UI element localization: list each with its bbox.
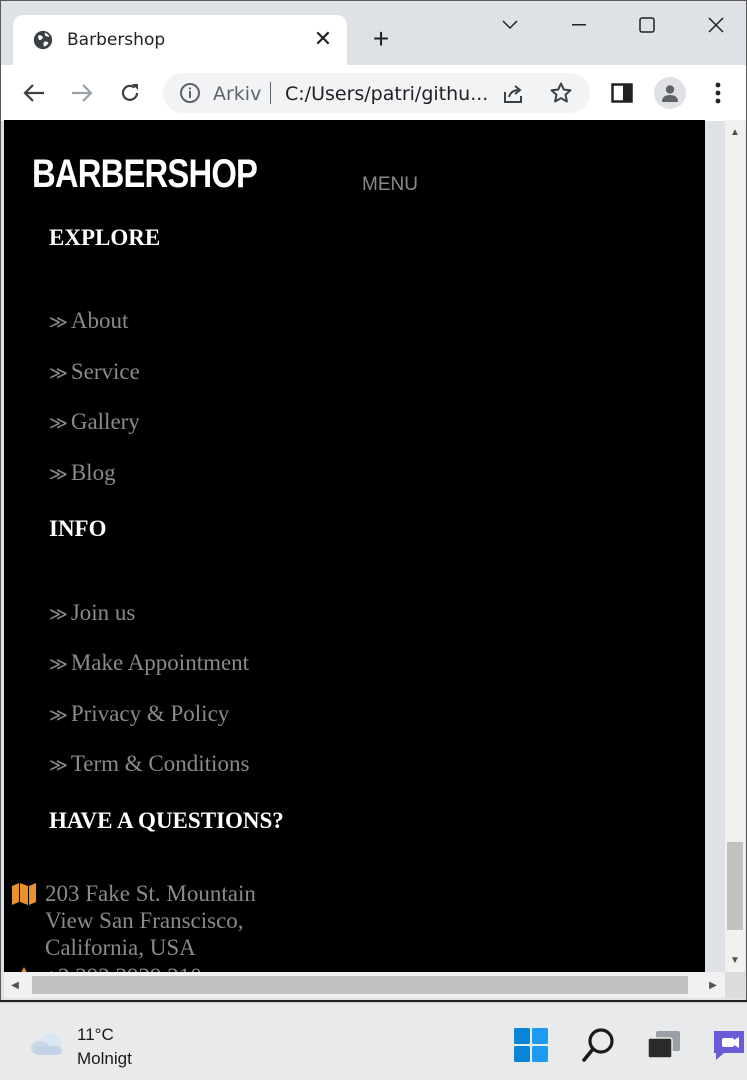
contact-address: 203 Fake St. Mountain View San Franscisc…: [45, 881, 256, 960]
double-chevron-icon: ≫: [49, 312, 68, 333]
windows-start-icon[interactable]: [511, 1025, 551, 1065]
footer-link-service[interactable]: ≫ Service: [49, 359, 140, 385]
info-heading: INFO: [49, 516, 107, 541]
chat-icon[interactable]: [709, 1025, 747, 1065]
cloud-icon[interactable]: [28, 1029, 68, 1059]
globe-icon: [33, 30, 53, 50]
double-chevron-icon: ≫: [49, 464, 68, 485]
scroll-corner: [725, 972, 745, 998]
explore-heading: EXPLORE: [49, 225, 161, 250]
map-icon: [12, 883, 36, 905]
vertical-scrollbar[interactable]: ▲ ▼: [725, 120, 745, 972]
footer-link-gallery[interactable]: ≫ Gallery: [49, 409, 140, 435]
vertical-scroll-thumb[interactable]: [727, 842, 743, 930]
contact-phone[interactable]: +2 392 3929 210: [45, 964, 202, 972]
search-icon[interactable]: [578, 1025, 618, 1065]
more-icon[interactable]: [704, 79, 732, 107]
page-viewport: BARBERSHOP MENU EXPLORE ≫ About ≫ Service …: [4, 120, 705, 972]
footer-link-join-us[interactable]: ≫ Join us: [49, 600, 135, 626]
tab-strip: Barbershop ✕ +: [1, 1, 746, 65]
footer-link-terms-conditions[interactable]: ≫ Term & Conditions: [49, 751, 249, 777]
menu-toggle[interactable]: MENU: [362, 174, 418, 196]
plus-icon[interactable]: +: [367, 25, 395, 53]
double-chevron-icon: ≫: [49, 654, 68, 675]
chevron-down-icon[interactable]: [490, 11, 530, 39]
windows-taskbar: 11°C Molnigt: [0, 1002, 747, 1080]
double-chevron-icon: ≫: [49, 363, 68, 384]
browser-toolbar: Arkiv C:/Users/patri/githu...: [1, 65, 746, 121]
close-window-icon[interactable]: [696, 11, 736, 39]
side-panel-icon[interactable]: [608, 79, 636, 107]
questions-heading: HAVE A QUESTIONS?: [49, 808, 284, 833]
weather-condition[interactable]: Molnigt: [77, 1049, 132, 1069]
star-icon[interactable]: [549, 81, 573, 105]
brand-logo[interactable]: BARBERSHOP: [32, 152, 258, 197]
file-chip: Arkiv: [213, 83, 262, 105]
forward-icon[interactable]: [67, 78, 97, 108]
minimize-icon[interactable]: [559, 11, 599, 39]
back-icon[interactable]: [19, 78, 49, 108]
close-icon[interactable]: ✕: [311, 27, 335, 51]
footer-link-make-appointment[interactable]: ≫ Make Appointment: [49, 650, 249, 676]
double-chevron-icon: ≫: [49, 755, 68, 776]
omnibox-divider: [270, 82, 271, 104]
footer-link-blog[interactable]: ≫ Blog: [49, 460, 116, 486]
scroll-left-icon[interactable]: ◀: [4, 972, 26, 998]
url-text[interactable]: C:/Users/patri/githu...: [285, 83, 488, 105]
address-bar[interactable]: Arkiv C:/Users/patri/githu...: [163, 73, 590, 113]
scroll-up-icon[interactable]: ▲: [725, 122, 745, 142]
maximize-icon[interactable]: [627, 11, 667, 39]
double-chevron-icon: ≫: [49, 705, 68, 726]
footer-link-privacy-policy[interactable]: ≫ Privacy & Policy: [49, 701, 229, 727]
task-view-icon[interactable]: [644, 1025, 684, 1065]
horizontal-scrollbar[interactable]: ◀ ▶: [4, 972, 725, 998]
tab-title: Barbershop: [67, 30, 166, 50]
double-chevron-icon: ≫: [49, 604, 68, 625]
scroll-down-icon[interactable]: ▼: [725, 950, 745, 970]
reload-icon[interactable]: [115, 78, 145, 108]
share-icon[interactable]: [501, 82, 525, 106]
horizontal-scroll-thumb[interactable]: [32, 976, 688, 994]
profile-icon[interactable]: [654, 77, 686, 109]
info-icon[interactable]: [179, 82, 201, 104]
scroll-right-icon[interactable]: ▶: [702, 972, 724, 998]
double-chevron-icon: ≫: [49, 413, 68, 434]
footer-link-about[interactable]: ≫ About: [49, 308, 128, 334]
weather-temperature[interactable]: 11°C: [77, 1025, 114, 1045]
tab-barbershop[interactable]: Barbershop ✕: [13, 15, 347, 65]
